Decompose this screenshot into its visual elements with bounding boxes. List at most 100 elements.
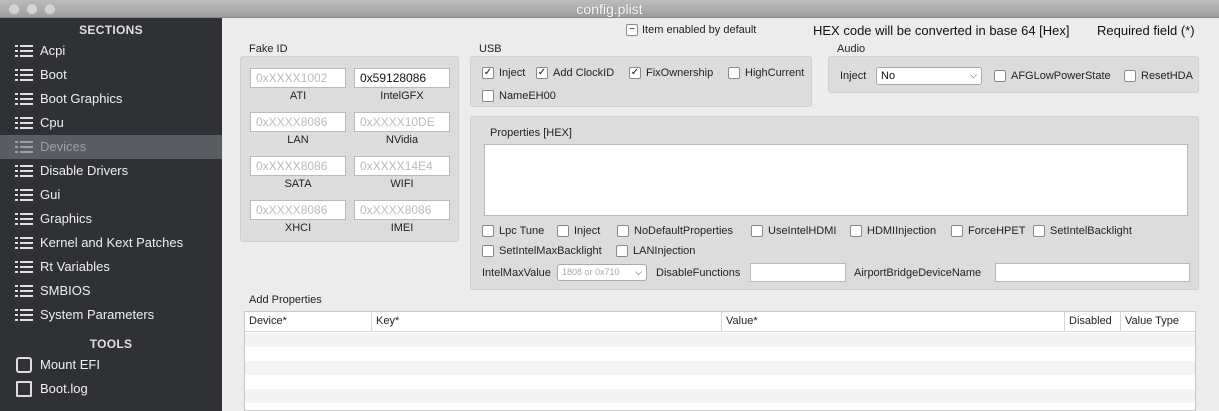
list-icon	[15, 141, 33, 154]
tool-label: Boot.log	[40, 381, 88, 396]
sidebar-item-acpi[interactable]: Acpi	[0, 39, 222, 63]
nameeh00-checkbox[interactable]	[482, 90, 494, 102]
sidebar-item-rt-variables[interactable]: Rt Variables	[0, 255, 222, 279]
intelgfx-field[interactable]: 0x59128086	[354, 68, 450, 88]
lan-label: LAN	[287, 134, 309, 146]
audio-inject-value: No	[881, 70, 896, 82]
hex-note: HEX code will be converted in base 64 [H…	[813, 23, 1070, 38]
airportbridgedevicename-input[interactable]	[995, 263, 1190, 282]
table-row[interactable]	[245, 361, 1195, 375]
lpc-tune-checkbox[interactable]	[482, 225, 494, 237]
column-header-device[interactable]: Device*	[245, 312, 372, 332]
log-icon	[16, 381, 32, 397]
sidebar-item-label: Cpu	[40, 115, 64, 130]
sata-field[interactable]: 0xXXXX8086	[250, 156, 346, 176]
column-header-disabled[interactable]: Disabled	[1065, 312, 1121, 332]
usb-title: USB	[479, 43, 502, 55]
item-enabled-legend: Item enabled by default	[642, 24, 757, 36]
list-icon	[15, 117, 33, 130]
add-clockid-checkbox[interactable]: ✓	[536, 67, 548, 79]
list-icon	[15, 237, 33, 250]
list-icon	[15, 213, 33, 226]
ati-label: ATI	[289, 90, 307, 102]
sidebar-item-devices[interactable]: Devices	[0, 135, 222, 159]
laninjection-checkbox[interactable]	[616, 245, 628, 257]
usb-group: ✓ Inject ✓ Add ClockID ✓ FixOwnership Hi…	[470, 56, 812, 107]
fixownership-label: FixOwnership	[646, 67, 714, 79]
sidebar-item-kernel-and-kext-patches[interactable]: Kernel and Kext Patches	[0, 231, 222, 255]
forcehpet-label: ForceHPET	[968, 225, 1026, 237]
audio-inject-label: Inject	[840, 70, 867, 82]
properties-inject-label: Inject	[574, 225, 601, 237]
audio-title: Audio	[837, 43, 866, 55]
sidebar-item-boot[interactable]: Boot	[0, 63, 222, 87]
properties-inject-checkbox[interactable]	[557, 225, 569, 237]
add-properties-table[interactable]: Device* Key* Value* Disabled Value Type	[244, 311, 1196, 411]
setintelbacklight-label: SetIntelBacklight	[1050, 225, 1132, 237]
setintelmaxbacklight-checkbox[interactable]	[482, 245, 494, 257]
hdmiinjection-label: HDMIInjection	[867, 225, 937, 237]
tool-mount-efi[interactable]: Mount EFI	[0, 353, 222, 377]
imei-field[interactable]: 0xXXXX8086	[354, 200, 450, 220]
hdmiinjection-checkbox[interactable]	[850, 225, 862, 237]
column-header-value-type[interactable]: Value Type	[1121, 312, 1195, 332]
intelmaxvalue-select[interactable]: 1808 or 0x710 ⌵	[557, 264, 647, 281]
window-title: config.plist	[576, 1, 643, 17]
nodefaultproperties-checkbox[interactable]	[617, 225, 629, 237]
disablefunctions-input[interactable]	[750, 263, 846, 282]
properties-hex-textarea[interactable]	[484, 144, 1188, 216]
required-field-note: Required field (*)	[1097, 23, 1195, 38]
sidebar-item-smbios[interactable]: SMBIOS	[0, 279, 222, 303]
title-bar: config.plist	[0, 0, 1219, 18]
nvidia-field[interactable]: 0xXXXX10DE	[354, 112, 450, 132]
sidebar-item-gui[interactable]: Gui	[0, 183, 222, 207]
column-header-key[interactable]: Key*	[372, 312, 722, 332]
sidebar-item-disable-drivers[interactable]: Disable Drivers	[0, 159, 222, 183]
table-row[interactable]	[245, 333, 1195, 347]
sidebar: SECTIONS Acpi Boot Boot Graphics Cpu Dev…	[0, 18, 222, 411]
lan-field[interactable]: 0xXXXX8086	[250, 112, 346, 132]
sidebar-item-label: Rt Variables	[40, 259, 110, 274]
sidebar-item-label: Devices	[40, 139, 87, 154]
nvidia-label: NVidia	[385, 134, 419, 146]
sidebar-item-label: Disable Drivers	[40, 163, 129, 178]
usb-inject-label: Inject	[499, 67, 526, 79]
intelgfx-label: IntelGFX	[380, 90, 424, 102]
chevron-down-icon: ⌵	[635, 267, 642, 277]
wifi-field[interactable]: 0xXXXX14E4	[354, 156, 450, 176]
afglowpowerstate-checkbox[interactable]	[994, 70, 1006, 82]
sidebar-item-boot-graphics[interactable]: Boot Graphics	[0, 87, 222, 111]
useintelhdmi-label: UseIntelHDMI	[768, 225, 837, 237]
afglowpowerstate-label: AFGLowPowerState	[1011, 70, 1111, 82]
disablefunctions-label: DisableFunctions	[656, 267, 741, 279]
laninjection-label: LANInjection	[633, 245, 696, 257]
sidebar-item-cpu[interactable]: Cpu	[0, 111, 222, 135]
fake-id-title: Fake ID	[249, 43, 288, 55]
properties-group: Properties [HEX] Lpc Tune Inject NoDefau…	[470, 116, 1199, 290]
fixownership-checkbox[interactable]: ✓	[629, 67, 641, 79]
tool-boot-log[interactable]: Boot.log	[0, 377, 222, 401]
ati-field[interactable]: 0xXXXX1002	[250, 68, 346, 88]
setintelbacklight-checkbox[interactable]	[1033, 225, 1045, 237]
sidebar-item-label: SMBIOS	[40, 283, 91, 298]
chevron-down-icon: ⌵	[970, 70, 977, 80]
audio-group: Inject No ⌵ AFGLowPowerState ResetHDA	[828, 56, 1199, 93]
column-header-value[interactable]: Value*	[722, 312, 1065, 332]
sidebar-item-graphics[interactable]: Graphics	[0, 207, 222, 231]
item-enabled-legend-checkbox: −	[626, 24, 638, 36]
sidebar-item-system-parameters[interactable]: System Parameters	[0, 303, 222, 327]
xhci-label: XHCI	[284, 222, 312, 234]
forcehpet-checkbox[interactable]	[951, 225, 963, 237]
usb-inject-checkbox[interactable]: ✓	[482, 67, 494, 79]
resethda-checkbox[interactable]	[1124, 70, 1136, 82]
audio-inject-select[interactable]: No ⌵	[876, 67, 982, 85]
table-row[interactable]	[245, 389, 1195, 403]
highcurrent-checkbox[interactable]	[728, 67, 740, 79]
useintelhdmi-checkbox[interactable]	[751, 225, 763, 237]
imei-label: IMEI	[390, 222, 414, 234]
xhci-field[interactable]: 0xXXXX8086	[250, 200, 346, 220]
sidebar-item-label: System Parameters	[40, 307, 155, 322]
sata-label: SATA	[284, 178, 312, 190]
devices-panel: − Item enabled by default HEX code will …	[222, 18, 1219, 411]
sidebar-item-label: Boot	[40, 67, 67, 82]
